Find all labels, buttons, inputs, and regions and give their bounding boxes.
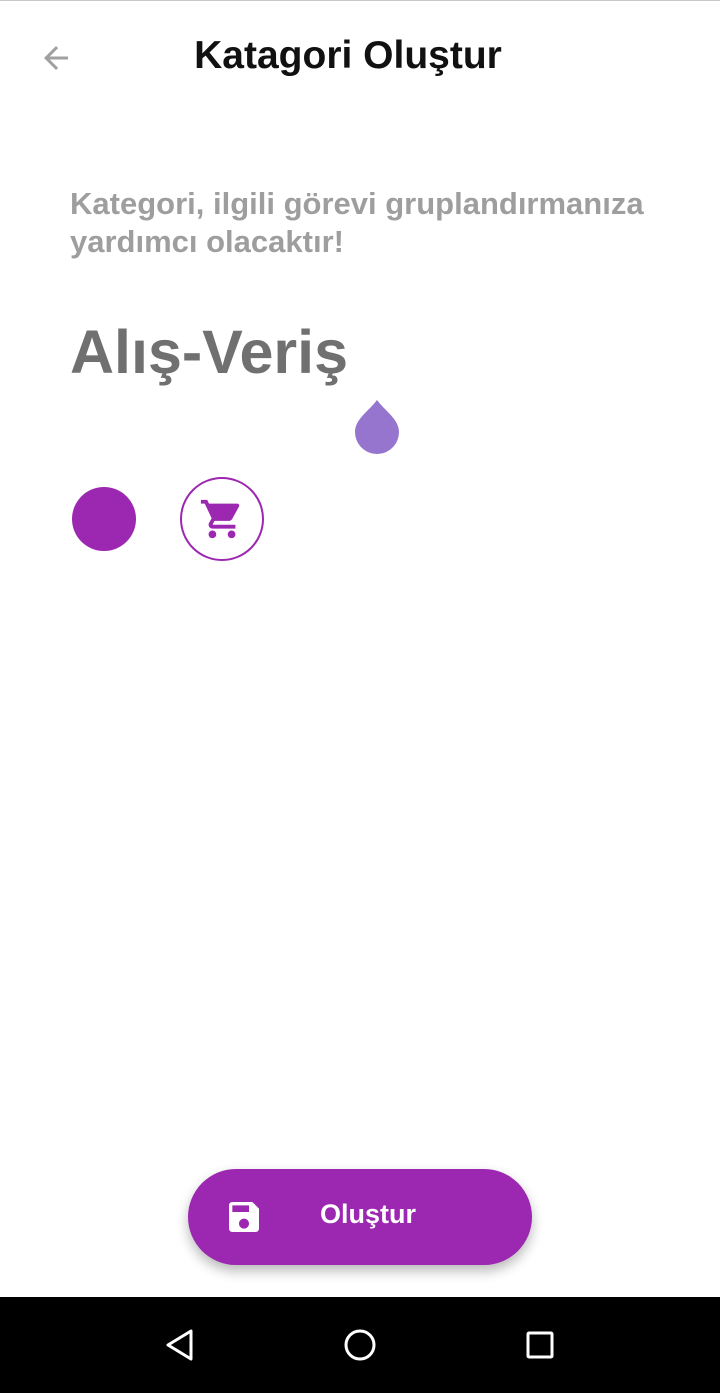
text-cursor-handle[interactable]: [354, 399, 400, 455]
nav-home-button[interactable]: [328, 1313, 392, 1377]
nav-recents-button[interactable]: [508, 1313, 572, 1377]
nav-back-button[interactable]: [148, 1313, 212, 1377]
create-button-label: Oluştur: [319, 1199, 416, 1229]
icon-picker-button[interactable]: [180, 477, 264, 561]
status-divider: [0, 0, 720, 1]
shopping-cart-icon: [200, 499, 240, 539]
description-text: Kategori, ilgili görevi gruplandırmanıza…: [70, 186, 644, 259]
square-recents-icon: [526, 1331, 554, 1359]
triangle-back-icon: [166, 1329, 193, 1361]
category-name-input[interactable]: [70, 312, 670, 392]
page-title: Katagori Oluştur: [194, 34, 502, 77]
system-navigation-bar: [0, 1297, 720, 1393]
circle-home-icon: [344, 1329, 376, 1361]
color-picker-button[interactable]: [72, 487, 136, 551]
